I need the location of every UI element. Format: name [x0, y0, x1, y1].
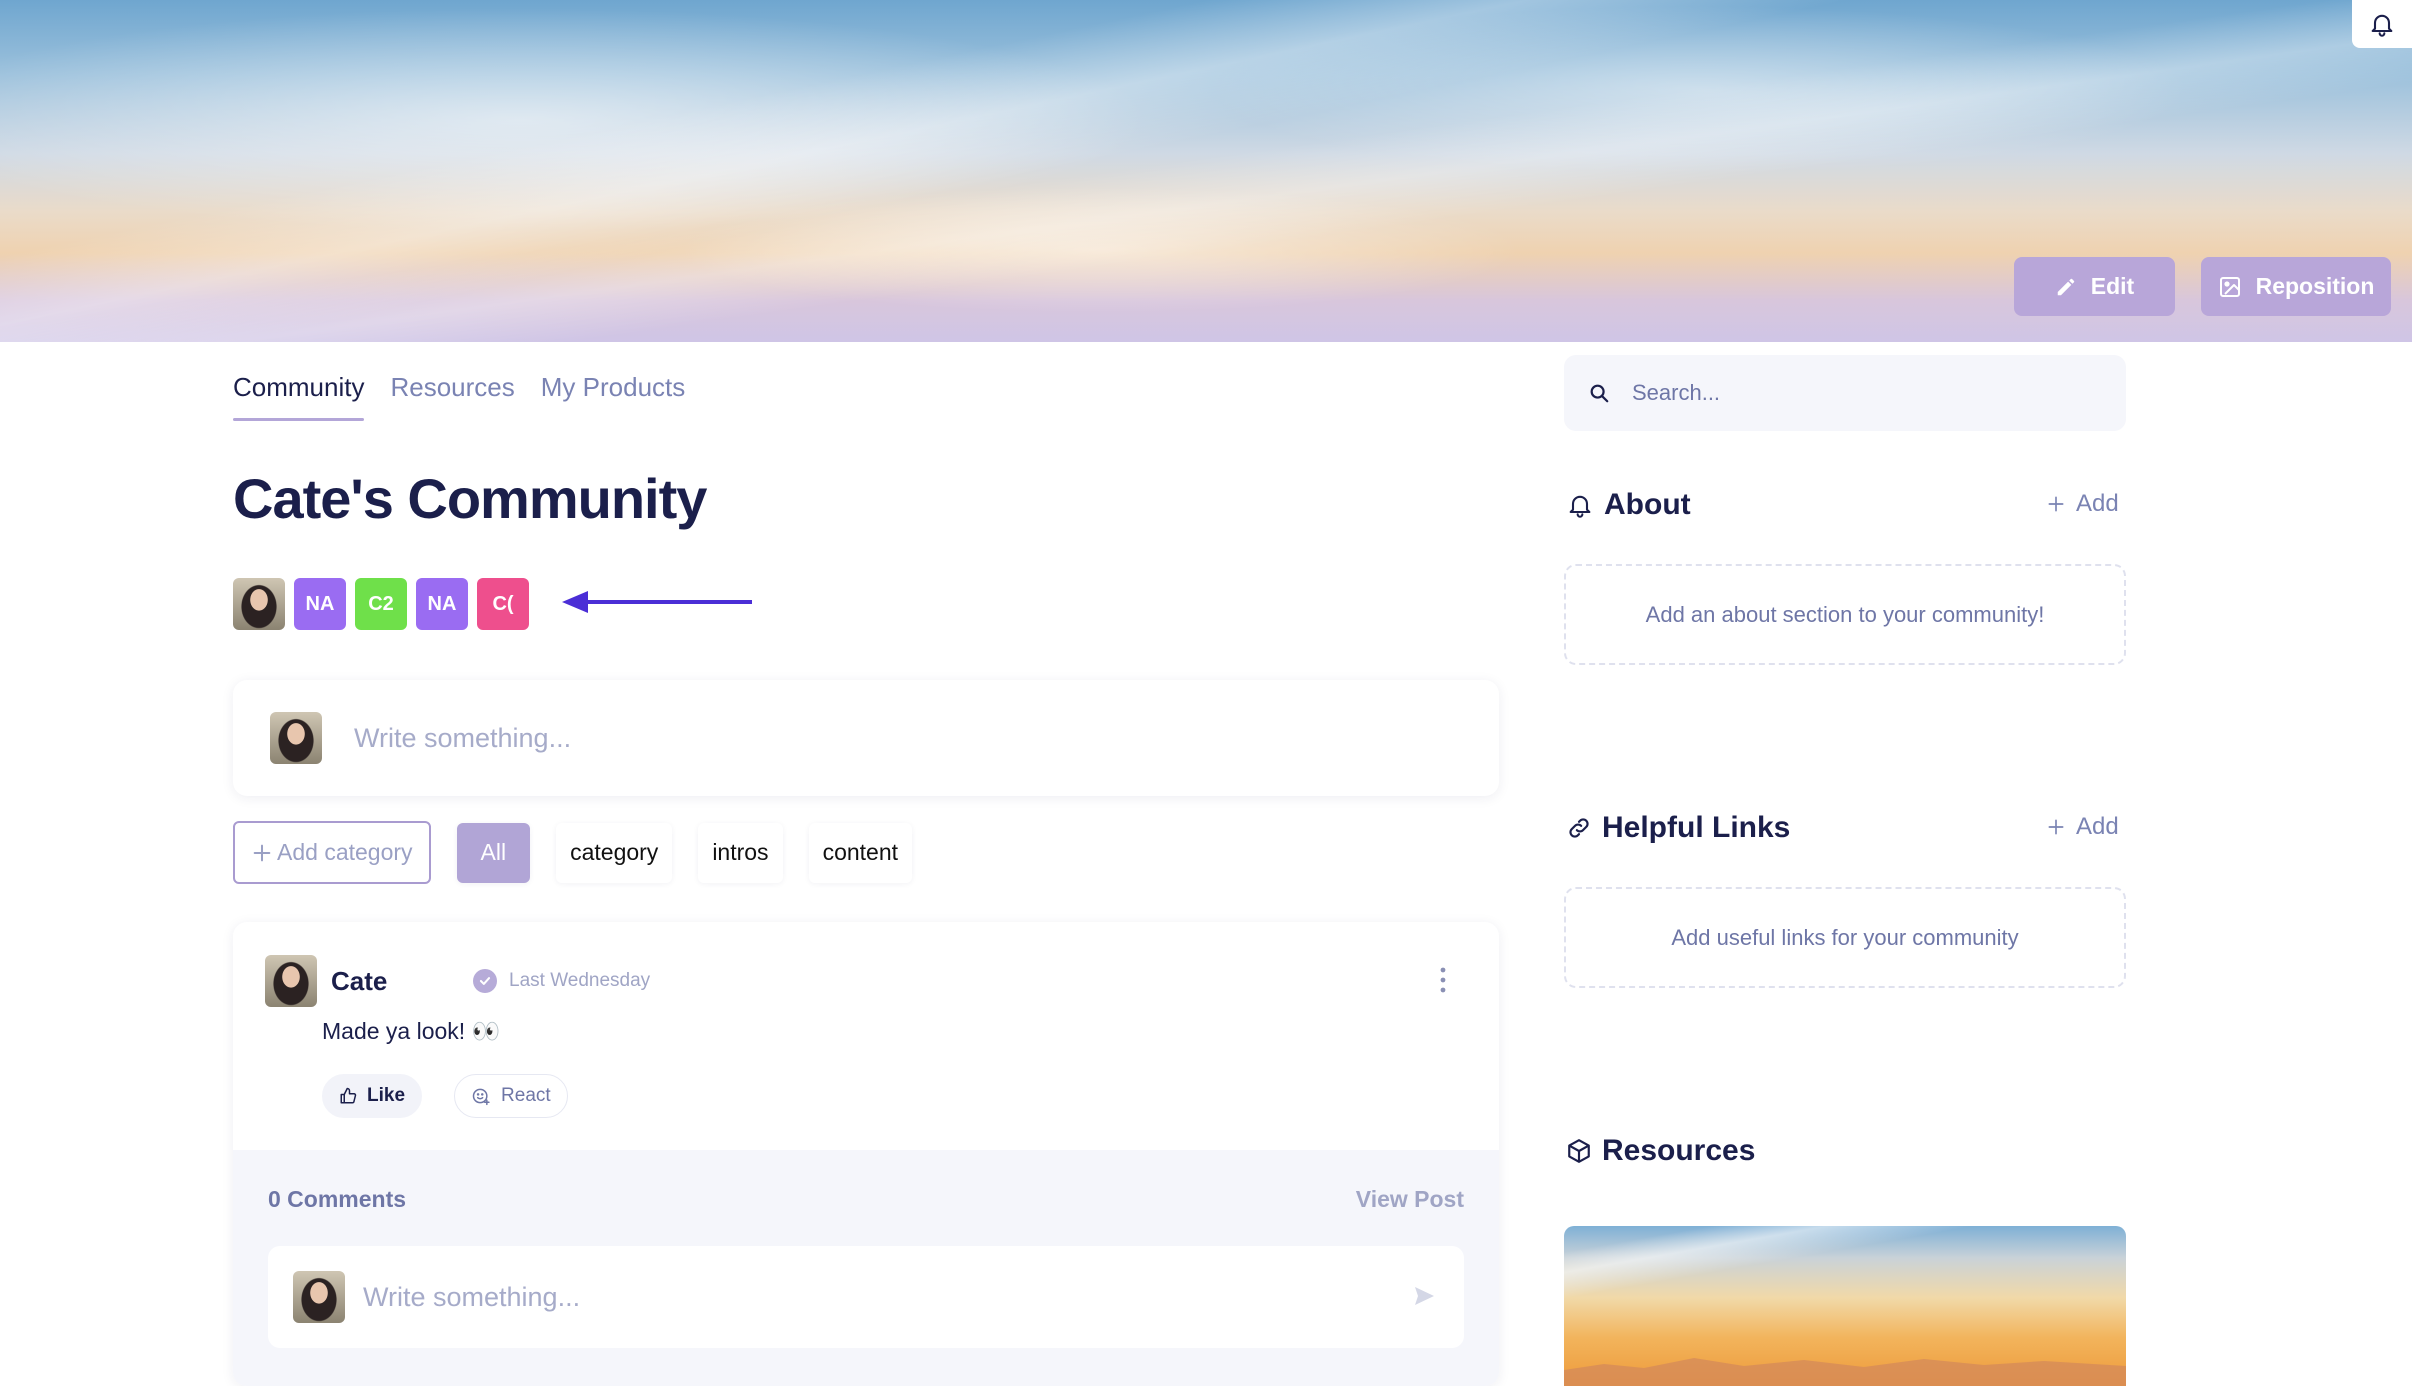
comment-input[interactable]: Write something... [363, 1282, 580, 1313]
resource-thumbnail[interactable] [1564, 1226, 2126, 1386]
category-intros[interactable]: intros [698, 822, 783, 883]
post-actions: Like React [322, 1074, 568, 1118]
user-avatar [293, 1271, 345, 1323]
search-input[interactable]: Search... [1632, 380, 1720, 406]
post-header: Cate [265, 955, 387, 1007]
post-body: Made ya look! 👀 [322, 1018, 501, 1044]
about-header: About [1566, 488, 1691, 522]
annotation-arrow [562, 591, 752, 613]
add-link-label: Add [2076, 813, 2119, 840]
bell-icon [1569, 495, 1591, 518]
add-category-button[interactable]: Add category [233, 821, 431, 884]
tab-community[interactable]: Community [233, 372, 365, 421]
more-options-icon[interactable] [1437, 966, 1449, 994]
helpful-links-empty-state[interactable]: Add useful links for your community [1564, 887, 2126, 988]
verified-icon [473, 969, 497, 993]
comments-count[interactable]: 0 Comments [268, 1186, 406, 1213]
helpful-links-title: Helpful Links [1602, 811, 1791, 844]
search-bar[interactable]: Search... [1564, 355, 2126, 431]
resources-title: Resources [1602, 1134, 1756, 1167]
post-timestamp: Last Wednesday [509, 970, 651, 991]
like-button[interactable]: Like [322, 1074, 423, 1118]
helpful-links-header: Helpful Links [1566, 811, 1790, 845]
add-link-button[interactable]: Add [2046, 813, 2119, 841]
plus-icon [253, 844, 271, 861]
reposition-cover-button[interactable]: Reposition [2201, 257, 2391, 316]
pencil-icon [2057, 278, 2075, 295]
resources-header: Resources [1566, 1134, 1755, 1168]
edit-cover-button[interactable]: Edit [2014, 257, 2175, 316]
image-icon [2219, 276, 2240, 297]
about-title: About [1604, 488, 1691, 521]
resource-thumbnail-hills [1564, 1358, 2126, 1386]
tab-resources[interactable]: Resources [390, 372, 514, 421]
about-empty-state[interactable]: Add an about section to your community! [1564, 564, 2126, 665]
plus-icon [2048, 496, 2064, 512]
member-avatars: NA C2 NA C( [233, 578, 529, 630]
like-label: Like [367, 1085, 406, 1106]
composer-input[interactable]: Write something... [354, 723, 571, 754]
comments-section: 0 Comments View Post Write something... [233, 1150, 1499, 1386]
tab-my-products[interactable]: My Products [541, 372, 686, 421]
add-category-label: Add category [277, 839, 413, 865]
edit-label: Edit [2090, 273, 2135, 299]
add-about-label: Add [2076, 490, 2119, 517]
link-icon [1569, 818, 1589, 838]
author-avatar[interactable] [265, 955, 317, 1007]
react-label: React [501, 1085, 551, 1106]
reposition-label: Reposition [2255, 273, 2375, 299]
react-button[interactable]: React [454, 1074, 568, 1118]
member-avatar[interactable]: NA [294, 578, 346, 630]
add-about-button[interactable]: Add [2046, 490, 2119, 518]
member-avatar[interactable]: NA [416, 578, 468, 630]
category-category[interactable]: category [556, 822, 673, 883]
notifications-button[interactable] [2352, 0, 2412, 48]
view-post-link[interactable]: View Post [1356, 1186, 1464, 1213]
member-avatar[interactable]: C2 [355, 578, 407, 630]
page-title: Cate's Community [233, 467, 707, 530]
category-content[interactable]: content [808, 822, 913, 883]
cover-banner: Edit Reposition [0, 0, 2412, 342]
category-filter: Add category All category intros content [233, 821, 913, 884]
user-avatar [270, 712, 322, 764]
bell-icon [2371, 14, 2393, 37]
category-all[interactable]: All [456, 822, 531, 883]
emoji-add-icon [472, 1088, 490, 1106]
send-icon[interactable] [1412, 1284, 1436, 1308]
post-author[interactable]: Cate [331, 966, 387, 997]
community-tabs: Community Resources My Products [233, 372, 685, 421]
member-avatar-photo[interactable] [233, 578, 285, 630]
thumbs-up-icon [340, 1087, 357, 1104]
comment-composer[interactable]: Write something... [268, 1246, 1464, 1348]
helpful-links-empty-text: Add useful links for your community [1671, 924, 2019, 950]
plus-icon [2048, 819, 2064, 835]
post-composer[interactable]: Write something... [233, 680, 1499, 796]
search-icon [1590, 384, 1609, 403]
post-card: Cate Last Wednesday Made ya look! 👀 Like… [233, 922, 1499, 1386]
member-avatar[interactable]: C( [477, 578, 529, 630]
about-empty-text: Add an about section to your community! [1645, 601, 2045, 627]
cube-icon [1568, 1139, 1590, 1163]
